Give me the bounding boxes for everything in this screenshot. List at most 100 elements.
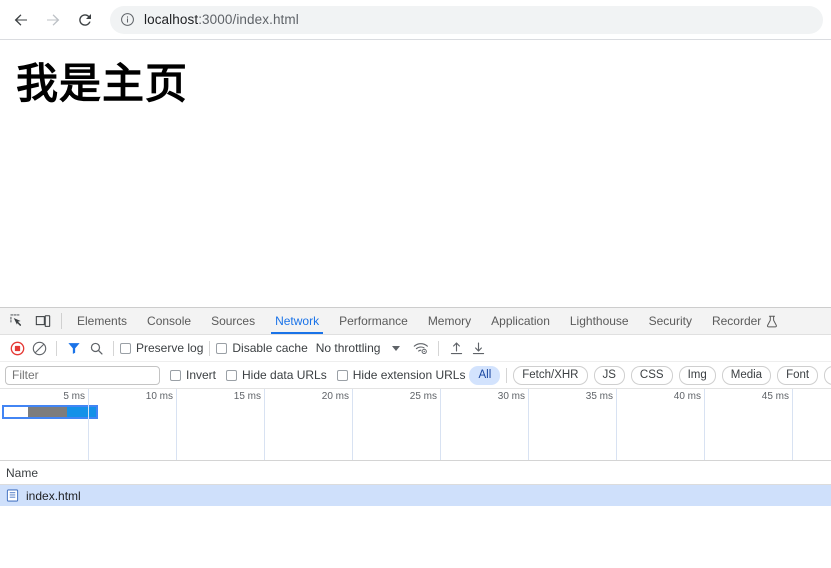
throttling-dropdown[interactable]: No throttling <box>316 341 401 355</box>
type-filter-media[interactable]: Media <box>721 365 772 385</box>
devtools-panel: Elements Console Sources Network Perform… <box>0 307 831 568</box>
clear-button[interactable] <box>28 337 50 359</box>
checkbox-box <box>120 342 131 354</box>
tab-label: Performance <box>339 314 408 328</box>
url-text: localhost:3000/index.html <box>144 12 299 27</box>
overview-gridline <box>176 389 177 460</box>
invert-label: Invert <box>186 368 217 382</box>
import-har-button[interactable] <box>445 337 467 359</box>
inspect-element-button[interactable] <box>4 308 30 334</box>
record-stop-icon <box>10 341 24 355</box>
hide-data-urls-checkbox[interactable]: Hide data URLs <box>226 368 327 382</box>
site-info-icon[interactable] <box>120 12 135 27</box>
tab-memory[interactable]: Memory <box>418 308 481 334</box>
tab-application[interactable]: Application <box>481 308 560 334</box>
forward-button[interactable] <box>38 5 68 35</box>
tabbar-divider <box>61 313 62 329</box>
controls-divider-3 <box>209 340 211 356</box>
forward-arrow-icon <box>47 13 60 26</box>
invert-checkbox[interactable]: Invert <box>170 368 216 382</box>
funnel-icon <box>68 343 80 354</box>
preserve-log-label: Preserve log <box>136 341 204 355</box>
requests-empty-area <box>0 537 831 568</box>
reload-button[interactable] <box>70 5 100 35</box>
type-filter-font[interactable]: Font <box>777 365 819 385</box>
overview-gridline <box>440 389 441 460</box>
browser-toolbar: localhost:3000/index.html <box>0 0 831 40</box>
overview-tick-label: 20 ms <box>321 391 349 402</box>
tab-label: Recorder <box>711 314 762 328</box>
filter-divider <box>506 367 508 383</box>
overview-gridline <box>264 389 265 460</box>
type-filter-css[interactable]: CSS <box>630 365 673 385</box>
type-filter-js[interactable]: JS <box>593 365 625 385</box>
controls-divider-4 <box>438 340 440 356</box>
tab-label: Elements <box>77 314 128 328</box>
overview-request-bar <box>2 405 98 419</box>
type-filter-img[interactable]: Img <box>678 365 716 385</box>
tab-label: Memory <box>427 314 472 328</box>
controls-divider-2 <box>113 340 114 356</box>
devtools-tabbar: Elements Console Sources Network Perform… <box>0 308 831 335</box>
overview-gridline <box>704 389 705 460</box>
back-button[interactable] <box>6 5 36 35</box>
hide-extension-urls-checkbox[interactable]: Hide extension URLs <box>336 368 465 382</box>
overview-tick-label: 15 ms <box>233 391 261 402</box>
table-row[interactable]: index.html <box>0 485 831 506</box>
upload-icon <box>450 342 463 354</box>
filter-input[interactable] <box>5 365 160 385</box>
request-name: index.html <box>26 488 81 503</box>
filter-toggle-button[interactable] <box>63 337 85 359</box>
throttling-value: No throttling <box>315 341 381 355</box>
tab-label: Network <box>275 314 320 328</box>
tab-performance[interactable]: Performance <box>329 308 418 334</box>
overview-bar-segment-stalled <box>27 407 68 417</box>
overview-tick-label: 10 ms <box>145 391 173 402</box>
overview-gridline <box>352 389 353 460</box>
tab-lighthouse[interactable]: Lighthouse <box>560 308 639 334</box>
reload-icon <box>79 13 91 26</box>
tab-console[interactable]: Console <box>137 308 201 334</box>
overview-tick-label: 25 ms <box>409 391 437 402</box>
address-bar[interactable]: localhost:3000/index.html <box>110 5 823 34</box>
requests-list: index.html <box>0 485 831 537</box>
overview-gridline <box>616 389 617 460</box>
tab-label: Console <box>147 314 192 328</box>
overview-gridline <box>792 389 793 460</box>
document-icon <box>6 489 19 502</box>
network-filter-bar: Invert Hide data URLs Hide extension URL… <box>0 362 831 389</box>
overview-bar-segment-content-download <box>67 407 97 417</box>
checkbox-box <box>216 342 228 354</box>
url-host: localhost <box>144 12 199 27</box>
tab-network[interactable]: Network <box>265 308 329 334</box>
chevron-down-icon <box>392 345 401 351</box>
tab-elements[interactable]: Elements <box>67 308 137 334</box>
overview-tick-label: 35 ms <box>585 391 613 402</box>
tab-label: Security <box>648 314 692 328</box>
checkbox-box <box>170 369 181 381</box>
disable-cache-label: Disable cache <box>232 341 308 355</box>
tab-sources[interactable]: Sources <box>201 308 265 334</box>
preserve-log-checkbox[interactable]: Preserve log <box>120 341 203 355</box>
record-button[interactable] <box>6 337 28 359</box>
type-filter-doc[interactable]: Doc <box>824 365 831 385</box>
disable-cache-checkbox[interactable]: Disable cache <box>216 341 308 355</box>
search-button[interactable] <box>85 337 107 359</box>
flask-glyph <box>767 315 778 327</box>
overview-tick-label: 30 ms <box>497 391 525 402</box>
type-filter-all[interactable]: All <box>469 365 501 385</box>
export-har-button[interactable] <box>467 337 489 359</box>
flask-icon <box>766 315 778 328</box>
network-conditions-button[interactable] <box>410 337 432 359</box>
search-icon <box>90 342 103 355</box>
network-overview-timeline[interactable]: 5 ms 10 ms 15 ms 20 ms 25 ms 30 ms 35 ms 40 ms 4… <box>0 389 831 461</box>
device-toggle-icon <box>35 314 51 327</box>
type-filter-fetch-xhr[interactable]: Fetch/XHR <box>513 365 588 385</box>
tab-recorder[interactable]: Recorder <box>702 308 788 334</box>
device-toolbar-button[interactable] <box>30 308 56 334</box>
wifi-settings-icon <box>414 342 429 354</box>
overview-tick-label: 45 ms <box>761 391 789 402</box>
column-header-name: Name <box>6 465 39 480</box>
overview-tick-label: 40 ms <box>673 391 701 402</box>
tab-security[interactable]: Security <box>639 308 702 334</box>
